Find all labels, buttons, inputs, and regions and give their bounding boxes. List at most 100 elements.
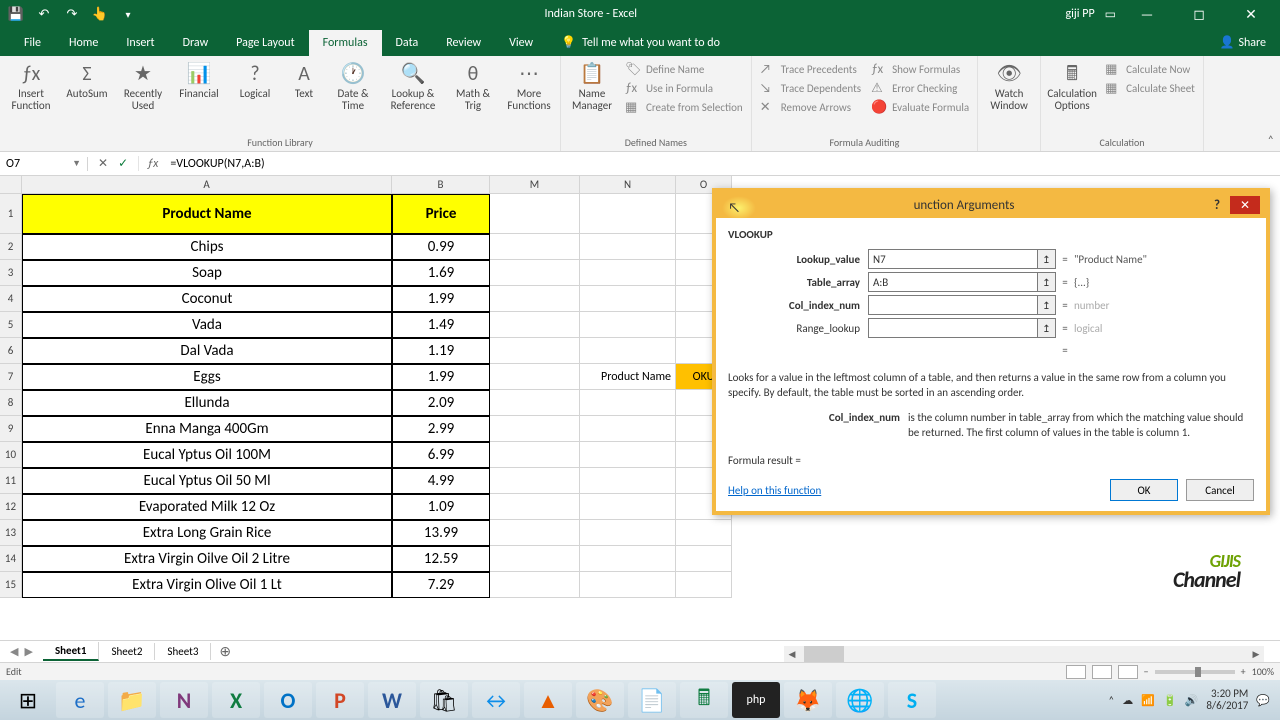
powerpoint-icon[interactable]: P	[316, 682, 364, 718]
tray-up-icon[interactable]: ˄	[1108, 694, 1114, 707]
insert-function-button[interactable]: ƒxInsert Function	[4, 60, 58, 114]
scroll-left-icon[interactable]: ◀	[784, 646, 800, 662]
cell[interactable]	[490, 364, 580, 390]
arg-input[interactable]: N7	[868, 249, 1038, 269]
cell[interactable]	[490, 520, 580, 546]
cell[interactable]: Vada	[22, 312, 392, 338]
tell-me[interactable]: 💡Tell me what you want to do	[547, 29, 734, 56]
help-link[interactable]: Help on this function	[728, 484, 821, 497]
row-header-9[interactable]: 9	[0, 416, 22, 442]
store-icon[interactable]: 🛍	[420, 682, 468, 718]
cell[interactable]	[580, 442, 676, 468]
lookup-button[interactable]: 🔍Lookup & Reference	[382, 60, 444, 114]
cell[interactable]: Price	[392, 194, 490, 234]
cell[interactable]	[580, 520, 676, 546]
start-button[interactable]: ⊞	[4, 682, 52, 718]
col-header-M[interactable]: M	[490, 176, 580, 194]
dialog-titlebar[interactable]: ↖ unction Arguments ? ✕	[716, 192, 1266, 218]
row-header-7[interactable]: 7	[0, 364, 22, 390]
cell[interactable]	[580, 286, 676, 312]
zoom-out-icon[interactable]: −	[1144, 665, 1149, 678]
ribbon-display-icon[interactable]: ▭	[1105, 7, 1116, 22]
text-button[interactable]: AText	[284, 60, 324, 102]
outlook-icon[interactable]: O	[264, 682, 312, 718]
cell[interactable]: Eucal Yptus Oil 100M	[22, 442, 392, 468]
cell[interactable]	[490, 234, 580, 260]
scroll-thumb[interactable]	[804, 646, 844, 662]
cell[interactable]	[580, 572, 676, 598]
wifi-icon[interactable]: 📶	[1141, 694, 1155, 707]
cell[interactable]: 1.99	[392, 364, 490, 390]
cell[interactable]	[580, 416, 676, 442]
cell[interactable]: 13.99	[392, 520, 490, 546]
autosum-button[interactable]: ΣAutoSum	[60, 60, 114, 102]
tab-file[interactable]: File	[10, 30, 55, 56]
clock[interactable]: 3:20 PM 8/6/2017	[1206, 688, 1248, 712]
trace-dependents-button[interactable]: ↘Trace Dependents	[756, 79, 865, 98]
save-icon[interactable]: 💾	[8, 6, 24, 22]
cell[interactable]: Coconut	[22, 286, 392, 312]
cell[interactable]: Eggs	[22, 364, 392, 390]
cell[interactable]	[490, 312, 580, 338]
fx-icon[interactable]: ƒx	[139, 157, 166, 171]
touch-mode-icon[interactable]: 👆	[92, 6, 108, 22]
firefox-icon[interactable]: 🦊	[784, 682, 832, 718]
cell[interactable]: Chips	[22, 234, 392, 260]
ie-icon[interactable]: e	[56, 682, 104, 718]
cell[interactable]: 1.69	[392, 260, 490, 286]
ok-button[interactable]: OK	[1110, 479, 1178, 501]
cell[interactable]	[490, 390, 580, 416]
tab-insert[interactable]: Insert	[112, 30, 168, 56]
dialog-close-button[interactable]: ✕	[1230, 196, 1260, 214]
recently-used-button[interactable]: ★Recently Used	[116, 60, 170, 114]
evaluate-formula-button[interactable]: 🔴Evaluate Formula	[867, 98, 973, 117]
logical-button[interactable]: ?Logical	[228, 60, 282, 102]
cell[interactable]	[490, 442, 580, 468]
define-name-button[interactable]: 🏷Define Name	[621, 60, 747, 79]
cell[interactable]	[580, 546, 676, 572]
calculate-now-button[interactable]: ▦Calculate Now	[1101, 60, 1199, 79]
cell[interactable]: Evaporated Milk 12 Oz	[22, 494, 392, 520]
watch-window-button[interactable]: 👁Watch Window	[982, 60, 1036, 114]
cell[interactable]	[490, 286, 580, 312]
zoom-level[interactable]: 100%	[1252, 665, 1274, 678]
row-header-15[interactable]: 15	[0, 572, 22, 598]
paint-icon[interactable]: 🎨	[576, 682, 624, 718]
cell[interactable]: 6.99	[392, 442, 490, 468]
calc-options-button[interactable]: 🖩Calculation Options	[1045, 60, 1099, 114]
cell[interactable]: 1.49	[392, 312, 490, 338]
cell[interactable]	[490, 546, 580, 572]
col-header-N[interactable]: N	[580, 176, 676, 194]
skype-icon[interactable]: S	[888, 682, 936, 718]
cell[interactable]	[490, 572, 580, 598]
redo-icon[interactable]: ↷	[64, 6, 80, 22]
date-time-button[interactable]: 🕐Date & Time	[326, 60, 380, 114]
excel-icon[interactable]: X	[212, 682, 260, 718]
notepad-icon[interactable]: 📄	[628, 682, 676, 718]
cell[interactable]	[490, 494, 580, 520]
tab-formulas[interactable]: Formulas	[309, 30, 382, 56]
financial-button[interactable]: 📊Financial	[172, 60, 226, 102]
cell[interactable]	[580, 234, 676, 260]
terminal-icon[interactable]: php	[732, 682, 780, 718]
cell[interactable]	[676, 520, 732, 546]
create-from-selection-button[interactable]: ▦Create from Selection	[621, 98, 747, 117]
cell[interactable]: Product Name	[22, 194, 392, 234]
cell[interactable]: 0.99	[392, 234, 490, 260]
cell[interactable]	[490, 338, 580, 364]
zoom-slider[interactable]	[1155, 670, 1235, 674]
cell[interactable]: Dal Vada	[22, 338, 392, 364]
arg-input[interactable]	[868, 295, 1038, 315]
cell[interactable]	[676, 546, 732, 572]
next-sheet-icon[interactable]: ▶	[24, 645, 32, 658]
dialog-help-button[interactable]: ?	[1206, 196, 1228, 214]
cell[interactable]	[676, 572, 732, 598]
collapse-ribbon-icon[interactable]: ˄	[1268, 134, 1274, 148]
word-icon[interactable]: W	[368, 682, 416, 718]
remove-arrows-button[interactable]: ✕Remove Arrows	[756, 98, 865, 117]
formula-input[interactable]: =VLOOKUP(N7,A:B)	[166, 157, 1280, 171]
calculator-icon[interactable]: 🖩	[680, 682, 728, 718]
cell[interactable]: Extra Virgin Oilve Oil 2 Litre	[22, 546, 392, 572]
share-button[interactable]: 👤Share	[1205, 29, 1280, 56]
cell[interactable]	[580, 390, 676, 416]
